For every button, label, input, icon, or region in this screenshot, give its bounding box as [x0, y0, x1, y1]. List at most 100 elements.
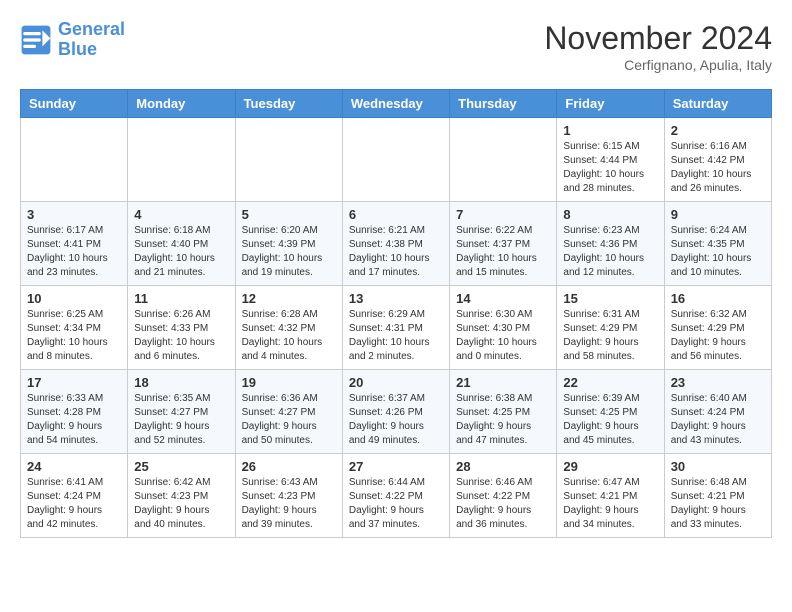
day-info: Sunrise: 6:21 AMSunset: 4:38 PMDaylight:…: [349, 224, 443, 280]
day-number: 13: [349, 291, 443, 306]
week-row-2: 3Sunrise: 6:17 AMSunset: 4:41 PMDaylight…: [21, 202, 772, 286]
week-row-5: 24 Sunrise: 6:41 AMSunset: 4:24 PMDayligh…: [21, 454, 772, 538]
day-cell: 20 Sunrise: 6:37 AMSunset: 4:26 PMDayligh…: [342, 370, 449, 454]
header-tuesday: Tuesday: [235, 90, 342, 118]
day-cell: 6 Sunrise: 6:21 AMSunset: 4:38 PMDaylight…: [342, 202, 449, 286]
day-info: Sunrise: 6:18 AMSunset: 4:40 PMDaylight:…: [134, 224, 228, 280]
day-number: 9: [671, 207, 765, 222]
day-info: Sunrise: 6:37 AMSunset: 4:26 PMDaylight:…: [349, 392, 443, 448]
day-info: Sunrise: 6:33 AMSunset: 4:28 PMDaylight:…: [27, 392, 121, 448]
day-cell: 23 Sunrise: 6:40 AMSunset: 4:24 PMDayligh…: [664, 370, 771, 454]
day-info: Sunrise: 6:28 AMSunset: 4:32 PMDaylight:…: [242, 308, 336, 364]
header-monday: Monday: [128, 90, 235, 118]
header-friday: Friday: [557, 90, 664, 118]
day-info: Sunrise: 6:47 AMSunset: 4:21 PMDaylight:…: [563, 476, 657, 532]
day-number: 11: [134, 291, 228, 306]
logo-icon: [20, 24, 52, 56]
day-cell: 25Sunrise: 6:42 AMSunset: 4:23 PMDayligh…: [128, 454, 235, 538]
day-info: Sunrise: 6:35 AMSunset: 4:27 PMDaylight:…: [134, 392, 228, 448]
title-block: November 2024 Cerfignano, Apulia, Italy: [544, 20, 772, 73]
day-number: 16: [671, 291, 765, 306]
day-number: 28: [456, 459, 550, 474]
day-number: 12: [242, 291, 336, 306]
day-info: Sunrise: 6:40 AMSunset: 4:24 PMDaylight:…: [671, 392, 765, 448]
calendar-header-row: SundayMondayTuesdayWednesdayThursdayFrid…: [21, 90, 772, 118]
day-number: 15: [563, 291, 657, 306]
day-cell: 3Sunrise: 6:17 AMSunset: 4:41 PMDaylight…: [21, 202, 128, 286]
day-number: 8: [563, 207, 657, 222]
day-number: 2: [671, 123, 765, 138]
day-number: 1: [563, 123, 657, 138]
day-cell: 19 Sunrise: 6:36 AMSunset: 4:27 PMDayligh…: [235, 370, 342, 454]
day-cell: 26Sunrise: 6:43 AMSunset: 4:23 PMDayligh…: [235, 454, 342, 538]
day-number: 10: [27, 291, 121, 306]
day-number: 6: [349, 207, 443, 222]
day-cell: 9 Sunrise: 6:24 AMSunset: 4:35 PMDaylight…: [664, 202, 771, 286]
day-number: 14: [456, 291, 550, 306]
location-subtitle: Cerfignano, Apulia, Italy: [544, 57, 772, 73]
day-number: 18: [134, 375, 228, 390]
day-cell: [21, 118, 128, 202]
day-cell: 13 Sunrise: 6:29 AMSunset: 4:31 PMDayligh…: [342, 286, 449, 370]
day-cell: 22Sunrise: 6:39 AMSunset: 4:25 PMDayligh…: [557, 370, 664, 454]
day-info: Sunrise: 6:46 AMSunset: 4:22 PMDaylight:…: [456, 476, 550, 532]
day-cell: 21Sunrise: 6:38 AMSunset: 4:25 PMDayligh…: [450, 370, 557, 454]
day-cell: 29 Sunrise: 6:47 AMSunset: 4:21 PMDayligh…: [557, 454, 664, 538]
day-info: Sunrise: 6:23 AMSunset: 4:36 PMDaylight:…: [563, 224, 657, 280]
day-info: Sunrise: 6:44 AMSunset: 4:22 PMDaylight:…: [349, 476, 443, 532]
day-cell: 16 Sunrise: 6:32 AMSunset: 4:29 PMDayligh…: [664, 286, 771, 370]
header-wednesday: Wednesday: [342, 90, 449, 118]
day-number: 26: [242, 459, 336, 474]
day-number: 3: [27, 207, 121, 222]
day-cell: 15Sunrise: 6:31 AMSunset: 4:29 PMDayligh…: [557, 286, 664, 370]
day-number: 4: [134, 207, 228, 222]
day-info: Sunrise: 6:24 AMSunset: 4:35 PMDaylight:…: [671, 224, 765, 280]
day-cell: 1 Sunrise: 6:15 AMSunset: 4:44 PMDaylight…: [557, 118, 664, 202]
day-number: 7: [456, 207, 550, 222]
day-cell: 17 Sunrise: 6:33 AMSunset: 4:28 PMDayligh…: [21, 370, 128, 454]
day-number: 24: [27, 459, 121, 474]
day-number: 22: [563, 375, 657, 390]
week-row-4: 17 Sunrise: 6:33 AMSunset: 4:28 PMDayligh…: [21, 370, 772, 454]
logo: General Blue: [20, 20, 125, 60]
day-info: Sunrise: 6:25 AMSunset: 4:34 PMDaylight:…: [27, 308, 121, 364]
header-saturday: Saturday: [664, 90, 771, 118]
day-cell: 12 Sunrise: 6:28 AMSunset: 4:32 PMDayligh…: [235, 286, 342, 370]
day-number: 21: [456, 375, 550, 390]
day-info: Sunrise: 6:36 AMSunset: 4:27 PMDaylight:…: [242, 392, 336, 448]
day-number: 29: [563, 459, 657, 474]
day-info: Sunrise: 6:26 AMSunset: 4:33 PMDaylight:…: [134, 308, 228, 364]
day-info: Sunrise: 6:29 AMSunset: 4:31 PMDaylight:…: [349, 308, 443, 364]
day-info: Sunrise: 6:48 AMSunset: 4:21 PMDaylight:…: [671, 476, 765, 532]
day-number: 25: [134, 459, 228, 474]
day-info: Sunrise: 6:16 AMSunset: 4:42 PMDaylight:…: [671, 140, 765, 196]
day-cell: 5Sunrise: 6:20 AMSunset: 4:39 PMDaylight…: [235, 202, 342, 286]
day-cell: 7 Sunrise: 6:22 AMSunset: 4:37 PMDaylight…: [450, 202, 557, 286]
week-row-3: 10 Sunrise: 6:25 AMSunset: 4:34 PMDayligh…: [21, 286, 772, 370]
day-number: 23: [671, 375, 765, 390]
day-cell: 8 Sunrise: 6:23 AMSunset: 4:36 PMDaylight…: [557, 202, 664, 286]
calendar-table: SundayMondayTuesdayWednesdayThursdayFrid…: [20, 89, 772, 538]
day-number: 19: [242, 375, 336, 390]
page-header: General Blue November 2024 Cerfignano, A…: [20, 20, 772, 73]
day-cell: 2 Sunrise: 6:16 AMSunset: 4:42 PMDaylight…: [664, 118, 771, 202]
day-info: Sunrise: 6:41 AMSunset: 4:24 PMDaylight:…: [27, 476, 121, 532]
day-cell: 10 Sunrise: 6:25 AMSunset: 4:34 PMDayligh…: [21, 286, 128, 370]
day-cell: 30Sunrise: 6:48 AMSunset: 4:21 PMDayligh…: [664, 454, 771, 538]
day-cell: [128, 118, 235, 202]
day-cell: [450, 118, 557, 202]
month-title: November 2024: [544, 20, 772, 57]
day-number: 27: [349, 459, 443, 474]
day-info: Sunrise: 6:30 AMSunset: 4:30 PMDaylight:…: [456, 308, 550, 364]
day-cell: 14 Sunrise: 6:30 AMSunset: 4:30 PMDayligh…: [450, 286, 557, 370]
day-info: Sunrise: 6:15 AMSunset: 4:44 PMDaylight:…: [563, 140, 657, 196]
day-number: 20: [349, 375, 443, 390]
day-info: Sunrise: 6:22 AMSunset: 4:37 PMDaylight:…: [456, 224, 550, 280]
day-cell: 11 Sunrise: 6:26 AMSunset: 4:33 PMDayligh…: [128, 286, 235, 370]
day-info: Sunrise: 6:32 AMSunset: 4:29 PMDaylight:…: [671, 308, 765, 364]
day-number: 17: [27, 375, 121, 390]
header-thursday: Thursday: [450, 90, 557, 118]
day-cell: 24 Sunrise: 6:41 AMSunset: 4:24 PMDayligh…: [21, 454, 128, 538]
week-row-1: 1 Sunrise: 6:15 AMSunset: 4:44 PMDaylight…: [21, 118, 772, 202]
day-number: 5: [242, 207, 336, 222]
